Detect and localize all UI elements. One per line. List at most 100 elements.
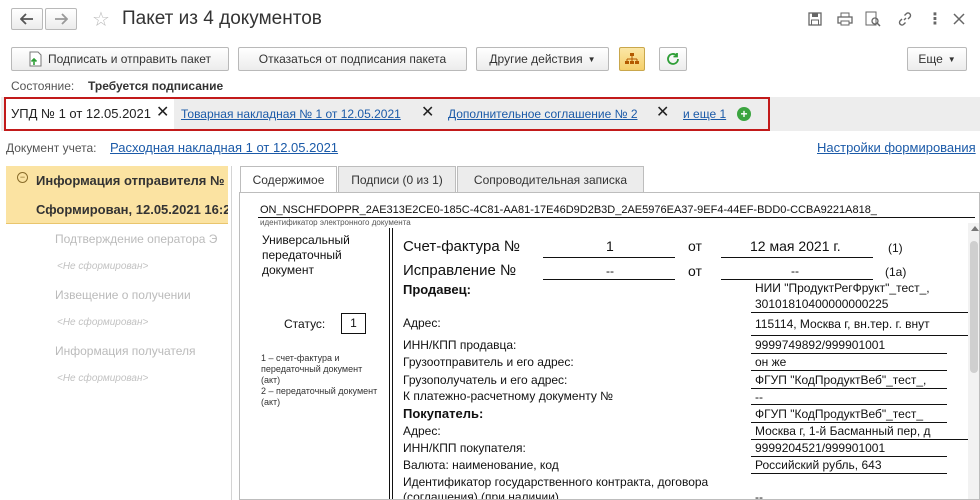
correction-date-underline	[721, 279, 873, 280]
status-field-label: Статус:	[284, 317, 326, 331]
contract-label: Идентификатор государственного контракта…	[403, 475, 709, 489]
refuse-signing-button[interactable]: Отказаться от подписания пакета	[238, 47, 467, 71]
other-actions-label: Другие действия	[489, 52, 583, 66]
more-options-icon[interactable]: ⋮	[926, 10, 944, 28]
tab-signatures[interactable]: Подписи (0 из 1)	[338, 166, 456, 192]
print-icon[interactable]	[836, 10, 854, 28]
payment-doc-label: К платежно-расчетному документу №	[403, 389, 614, 403]
sign-and-send-button[interactable]: Подписать и отправить пакет	[11, 47, 229, 71]
shipper-value: он же	[755, 355, 787, 369]
invoice-date-underline	[721, 257, 873, 258]
receipt-notice-item[interactable]: Извещение о получении	[55, 288, 191, 302]
inn-seller-underline	[751, 353, 947, 354]
sender-info-status: Сформирован, 12.05.2021 16:2	[36, 202, 228, 217]
scroll-up-icon[interactable]	[971, 226, 979, 231]
back-button[interactable]	[11, 8, 43, 30]
left-panel-clip: Подтверждение оператора Э <Не сформирова…	[6, 225, 228, 395]
file-id: ON_NSCHFDOPPR_2AE313E2CE0-185C-4C81-AA81…	[260, 204, 877, 216]
status-label: Состояние:	[11, 79, 75, 93]
currency-underline	[751, 473, 947, 474]
tab-content[interactable]: Содержимое	[240, 166, 337, 193]
forward-button[interactable]	[45, 8, 77, 30]
receipt-notice-status: <Не сформирован>	[57, 317, 149, 328]
favorite-star-icon[interactable]: ☆	[92, 7, 110, 31]
refresh-button[interactable]	[659, 47, 687, 71]
save-icon[interactable]	[806, 10, 824, 28]
consignee-value: ФГУП "КодПродуктВеб"_тест_,	[755, 373, 927, 387]
invoice-label: Счет-фактура №	[403, 238, 520, 255]
contract-label-2: (соглашения) (при наличии)	[403, 490, 559, 500]
chevron-down-icon: ▼	[587, 54, 596, 64]
invoice-number: 1	[606, 238, 614, 254]
other-actions-button[interactable]: Другие действия ▼	[476, 47, 609, 71]
recipient-info-item[interactable]: Информация получателя	[55, 344, 196, 358]
buyer-label: Покупатель:	[403, 406, 484, 421]
shipper-underline	[751, 370, 947, 371]
close-icon[interactable]: ✕	[656, 102, 669, 122]
vertical-scrollbar[interactable]	[968, 223, 979, 499]
operator-confirmation-status: <Не сформирован>	[57, 261, 149, 272]
document-type: Универсальный передаточный документ	[262, 233, 350, 277]
sign-and-send-label: Подписать и отправить пакет	[47, 52, 211, 66]
buyer-address-underline	[751, 439, 979, 440]
sign-send-icon	[29, 51, 42, 67]
address-label: Адрес:	[403, 316, 441, 330]
buyer-underline	[751, 422, 947, 423]
arrow-right-icon	[55, 13, 68, 25]
settings-link[interactable]: Настройки формирования	[817, 140, 976, 155]
inn-buyer-label: ИНН/КПП покупателя:	[403, 441, 526, 455]
refuse-signing-label: Отказаться от подписания пакета	[258, 52, 447, 66]
status-note: 1 – счет-фактура и передаточный документ…	[261, 353, 378, 407]
shipper-label: Грузоотправитель и его адрес:	[403, 355, 574, 369]
inn-buyer-underline	[751, 456, 947, 457]
window-title: Пакет из 4 документов	[122, 8, 322, 29]
close-icon[interactable]: ✕	[156, 102, 169, 122]
invoice-from: от	[688, 238, 702, 254]
tab-signatures-label: Подписи (0 из 1)	[351, 172, 443, 187]
document-viewer: ON_NSCHFDOPPR_2AE313E2CE0-185C-4C81-AA81…	[239, 192, 980, 500]
refresh-icon	[667, 53, 679, 65]
tab-cover-note[interactable]: Сопроводительная записка	[457, 166, 644, 192]
preview-icon[interactable]	[864, 10, 882, 28]
document-vertical-rule-2	[392, 228, 393, 499]
doc-tab-agreement[interactable]: Дополнительное соглашение № 2	[448, 107, 638, 121]
seller-underline	[751, 312, 979, 313]
link-icon[interactable]	[896, 10, 914, 28]
buyer-value: ФГУП "КодПродуктВеб"_тест_	[755, 407, 924, 421]
recipient-info-status: <Не сформирован>	[57, 373, 149, 384]
inn-buyer-value: 9999204521/999901001	[755, 441, 886, 455]
left-panel-selected-item[interactable]: − Информация отправителя № Сформирован, …	[6, 166, 228, 224]
seller-value-2: 30101810400000000225	[755, 297, 889, 311]
mark-1a: (1а)	[885, 265, 907, 279]
collapse-icon[interactable]: −	[17, 172, 28, 183]
address-value: 115114, Москва г, вн.тер. г. внут	[755, 317, 930, 331]
plus-circle-icon[interactable]: +	[737, 107, 751, 121]
panel-divider[interactable]	[231, 166, 232, 500]
account-doc-link[interactable]: Расходная накладная 1 от 12.05.2021	[110, 140, 338, 155]
chevron-down-icon: ▼	[947, 54, 956, 64]
more-button[interactable]: Еще ▼	[907, 47, 967, 71]
correction-number-underline	[543, 279, 675, 280]
sender-info-title: Информация отправителя №	[36, 173, 225, 188]
invoice-date: 12 мая 2021 г.	[750, 238, 841, 254]
inn-seller-label: ИНН/КПП продавца:	[403, 338, 517, 352]
more-label: Еще	[918, 52, 943, 66]
close-window-icon[interactable]	[950, 10, 968, 28]
seller-label: Продавец:	[403, 282, 471, 297]
structure-button[interactable]	[619, 47, 645, 71]
close-icon[interactable]: ✕	[421, 102, 434, 122]
contract-value: --	[755, 490, 763, 500]
inn-seller-value: 9999749892/999901001	[755, 338, 886, 352]
document-vertical-rule	[389, 228, 390, 499]
doc-tab-waybill[interactable]: Товарная накладная № 1 от 12.05.2021	[181, 107, 401, 121]
payment-doc-value: --	[755, 390, 763, 404]
status-value: Требуется подписание	[88, 79, 224, 93]
more-documents-link[interactable]: и еще 1	[683, 107, 726, 121]
buyer-address-label: Адрес:	[403, 424, 441, 438]
address-underline	[751, 335, 979, 336]
seller-value: НИИ "ПродуктРегФрукт"_тест_,	[755, 281, 930, 295]
arrow-left-icon	[20, 13, 33, 25]
operator-confirmation-item[interactable]: Подтверждение оператора Э	[55, 232, 217, 246]
scrollbar-thumb[interactable]	[970, 241, 978, 373]
correction-label: Исправление №	[403, 262, 517, 279]
